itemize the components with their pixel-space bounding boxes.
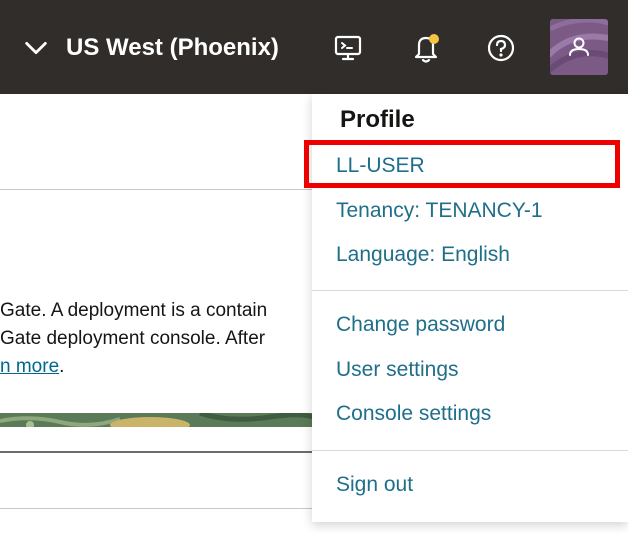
content-divider-middle [0, 451, 312, 453]
menu-item-sign-out[interactable]: Sign out [336, 473, 413, 497]
learn-more-line: n more. [0, 356, 64, 378]
content-divider-top [0, 189, 312, 190]
cloud-shell-icon [334, 35, 362, 61]
content-divider-bottom [0, 508, 312, 509]
menu-item-language[interactable]: Language: English [336, 243, 510, 267]
region-selector[interactable]: US West (Phoenix) [22, 30, 279, 66]
description-line-2: Gate deployment console. After [0, 328, 266, 349]
top-navigation-bar: US West (Phoenix) [0, 0, 628, 94]
highlight-box [304, 140, 620, 188]
help-button[interactable] [483, 30, 519, 66]
region-label: US West (Phoenix) [66, 34, 279, 61]
learn-more-link[interactable]: n more [0, 356, 59, 377]
learn-more-period: . [59, 356, 65, 377]
notifications-button[interactable] [408, 30, 444, 66]
profile-avatar-button[interactable] [550, 19, 608, 75]
menu-divider-2 [312, 450, 628, 451]
illustration-banner [0, 413, 320, 427]
menu-item-console-settings[interactable]: Console settings [336, 402, 491, 426]
description-line-1: Gate. A deployment is a contain [0, 300, 268, 321]
menu-item-user-settings[interactable]: User settings [336, 358, 459, 382]
menu-item-tenancy[interactable]: Tenancy: TENANCY-1 [336, 199, 543, 223]
chevron-down-icon [25, 41, 47, 55]
profile-menu-title: Profile [340, 106, 415, 133]
menu-divider-1 [312, 290, 628, 291]
cloud-shell-button[interactable] [330, 30, 366, 66]
user-icon [569, 37, 589, 56]
help-icon [487, 34, 515, 62]
bell-icon [414, 34, 439, 63]
menu-item-change-password[interactable]: Change password [336, 313, 505, 337]
